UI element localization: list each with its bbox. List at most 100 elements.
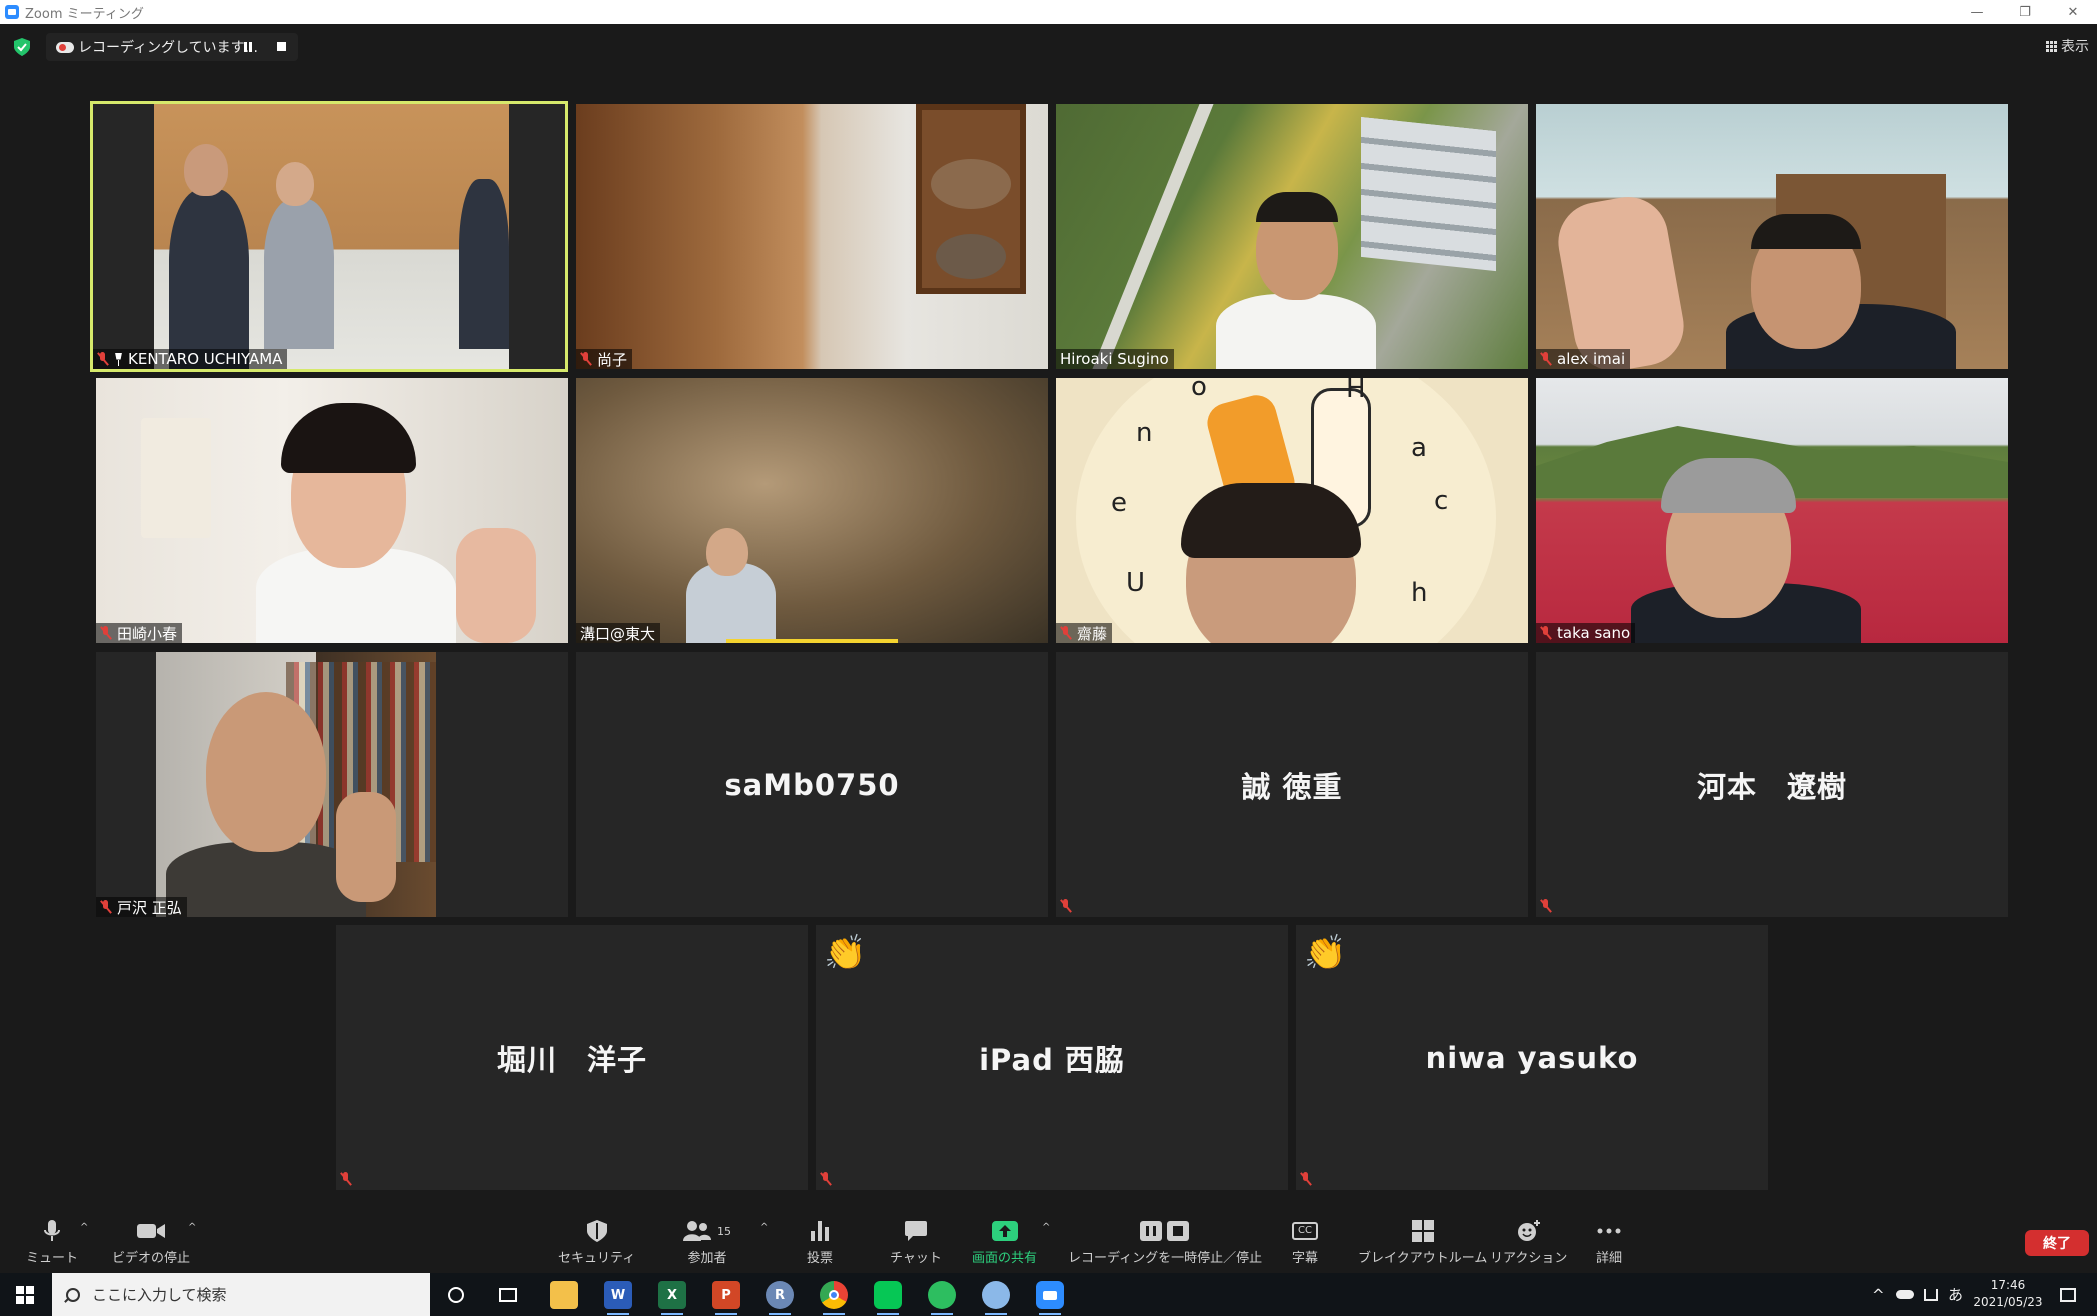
participant-video bbox=[93, 104, 565, 369]
taskbar-search-box[interactable]: ここに入力して検索 bbox=[52, 1273, 430, 1316]
participant-name: iPad 西脇 bbox=[979, 1042, 1125, 1077]
video-tile[interactable]: Hiroaki Sugino bbox=[1056, 104, 1528, 369]
mic-muted-icon bbox=[1300, 1172, 1312, 1186]
security-shield-icon bbox=[586, 1220, 607, 1242]
audio-options-caret-icon[interactable]: ^ bbox=[80, 1222, 88, 1233]
view-button[interactable]: 表示 bbox=[2046, 36, 2089, 56]
line-icon[interactable] bbox=[874, 1281, 902, 1315]
polls-label: 投票 bbox=[807, 1251, 834, 1266]
mute-button[interactable]: ミュート bbox=[26, 1220, 78, 1266]
r-icon[interactable]: R bbox=[766, 1281, 794, 1315]
clap-reaction-icon: 👏 bbox=[824, 933, 867, 973]
video-tile[interactable]: 溝口@東大 bbox=[576, 378, 1048, 643]
participant-name: saMb0750 bbox=[724, 767, 900, 802]
video-tile[interactable]: 田崎小春 bbox=[96, 378, 568, 643]
maximize-button[interactable]: ❐ bbox=[2001, 0, 2049, 24]
participant-tile[interactable]: 👏 iPad 西脇 bbox=[816, 925, 1288, 1190]
share-screen-button[interactable]: 画面の共有 bbox=[972, 1220, 1037, 1266]
task-view-icon[interactable] bbox=[494, 1281, 522, 1309]
word-icon[interactable]: W bbox=[604, 1281, 632, 1315]
encryption-shield-icon[interactable] bbox=[14, 38, 30, 56]
pin-icon bbox=[114, 353, 123, 366]
share-options-caret-icon[interactable]: ^ bbox=[1042, 1222, 1050, 1233]
video-options-caret-icon[interactable]: ^ bbox=[188, 1222, 196, 1233]
participant-name: alex imai bbox=[1557, 350, 1626, 368]
video-tile[interactable]: alex imai bbox=[1536, 104, 2008, 369]
onedrive-cloud-icon[interactable] bbox=[1896, 1273, 1914, 1316]
participant-tile[interactable]: 👏 niwa yasuko bbox=[1296, 925, 1768, 1190]
participant-name-bar: alex imai bbox=[1536, 349, 1631, 369]
participant-name-bar: 齋藤 bbox=[1056, 623, 1113, 643]
captions-label: 字幕 bbox=[1292, 1251, 1319, 1266]
video-camera-icon bbox=[137, 1224, 165, 1238]
recording-pause-stop-icon bbox=[1140, 1221, 1190, 1241]
captions-button[interactable]: CC 字幕 bbox=[1292, 1220, 1318, 1266]
participants-options-caret-icon[interactable]: ^ bbox=[760, 1222, 768, 1233]
security-label: セキュリティ bbox=[558, 1251, 636, 1266]
mic-muted-icon bbox=[1060, 899, 1072, 913]
participant-name: 溝口@東大 bbox=[580, 624, 656, 643]
participant-name-bar: Hiroaki Sugino bbox=[1056, 349, 1174, 369]
chat-button[interactable]: チャット bbox=[890, 1220, 942, 1266]
more-dots-icon bbox=[1597, 1228, 1621, 1234]
ime-indicator[interactable]: あ bbox=[1948, 1273, 1963, 1316]
participants-button[interactable]: 15 参加者 bbox=[683, 1220, 731, 1266]
show-hidden-icons-icon[interactable]: ^ bbox=[1872, 1273, 1885, 1316]
video-tile[interactable]: 戸沢 正弘 bbox=[96, 652, 568, 917]
stop-recording-icon[interactable] bbox=[277, 42, 286, 51]
file-explorer-icon[interactable] bbox=[550, 1281, 578, 1309]
network-icon[interactable] bbox=[1924, 1273, 1938, 1316]
recording-control-button[interactable]: レコーディングを一時停止／停止 bbox=[1068, 1220, 1262, 1266]
closed-captions-icon: CC bbox=[1292, 1222, 1318, 1240]
clock-time: 17:46 bbox=[1990, 1278, 2026, 1292]
pause-recording-icon[interactable] bbox=[243, 42, 253, 52]
grid-view-icon bbox=[2046, 40, 2057, 52]
paint-icon[interactable] bbox=[982, 1281, 1010, 1315]
clock-letter: h bbox=[1411, 578, 1428, 608]
reactions-button[interactable]: リアクション bbox=[1490, 1220, 1567, 1266]
more-button[interactable]: 詳細 bbox=[1596, 1220, 1622, 1266]
participant-name-bar: 戸沢 正弘 bbox=[96, 897, 187, 917]
participants-icon bbox=[683, 1221, 711, 1241]
breakout-rooms-button[interactable]: ブレイクアウトルーム bbox=[1358, 1220, 1487, 1266]
video-tile[interactable]: taka sano bbox=[1536, 378, 2008, 643]
mic-muted-icon bbox=[1060, 626, 1072, 640]
participant-name: 齋藤 bbox=[1077, 624, 1108, 643]
participant-tile[interactable]: 堀川 洋子 bbox=[336, 925, 808, 1190]
participant-tile[interactable]: saMb0750 bbox=[576, 652, 1048, 917]
participant-video bbox=[576, 104, 1048, 369]
participant-video bbox=[1536, 104, 2008, 369]
participant-name-bar: 田崎小春 bbox=[96, 623, 183, 643]
chrome-icon[interactable] bbox=[820, 1281, 848, 1315]
windows-start-icon[interactable] bbox=[16, 1286, 34, 1304]
excel-icon[interactable]: X bbox=[658, 1281, 686, 1315]
participant-video bbox=[96, 378, 568, 643]
mic-muted-icon bbox=[340, 1172, 352, 1186]
zoom-app-icon[interactable] bbox=[1036, 1281, 1064, 1315]
video-tile[interactable]: 尚子 bbox=[576, 104, 1048, 369]
clock-letter: c bbox=[1434, 486, 1449, 516]
video-tile[interactable]: o H n a e c U h 齋藤 bbox=[1056, 378, 1528, 643]
mic-muted-icon bbox=[820, 1172, 832, 1186]
close-button[interactable]: ✕ bbox=[2049, 0, 2097, 24]
participant-name: 堀川 洋子 bbox=[496, 1042, 647, 1077]
microphone-icon bbox=[44, 1220, 60, 1241]
participant-name: taka sano bbox=[1557, 624, 1631, 642]
end-meeting-button[interactable]: 終了 bbox=[2025, 1230, 2089, 1256]
participant-name-bar: taka sano bbox=[1536, 623, 1636, 643]
window-titlebar: Zoom ミーティング — ❐ ✕ bbox=[0, 0, 2097, 24]
evernote-icon[interactable] bbox=[928, 1281, 956, 1315]
polls-button[interactable]: 投票 bbox=[807, 1220, 833, 1266]
breakout-rooms-label: ブレイクアウトルーム bbox=[1358, 1251, 1488, 1266]
powerpoint-icon[interactable]: P bbox=[712, 1281, 740, 1315]
cortana-icon[interactable] bbox=[442, 1281, 470, 1309]
minimize-button[interactable]: — bbox=[1953, 0, 2001, 24]
stop-video-button[interactable]: ビデオの停止 bbox=[112, 1220, 190, 1266]
zoom-logo-icon bbox=[5, 5, 19, 19]
video-tile[interactable]: KENTARO UCHIYAMA bbox=[90, 101, 568, 372]
participant-tile[interactable]: 河本 遼樹 bbox=[1536, 652, 2008, 917]
notifications-icon[interactable] bbox=[2060, 1273, 2076, 1316]
taskbar-clock[interactable]: 17:46 2021/05/23 bbox=[1964, 1277, 2052, 1311]
participant-tile[interactable]: 誠 徳重 bbox=[1056, 652, 1528, 917]
security-button[interactable]: セキュリティ bbox=[558, 1220, 635, 1266]
